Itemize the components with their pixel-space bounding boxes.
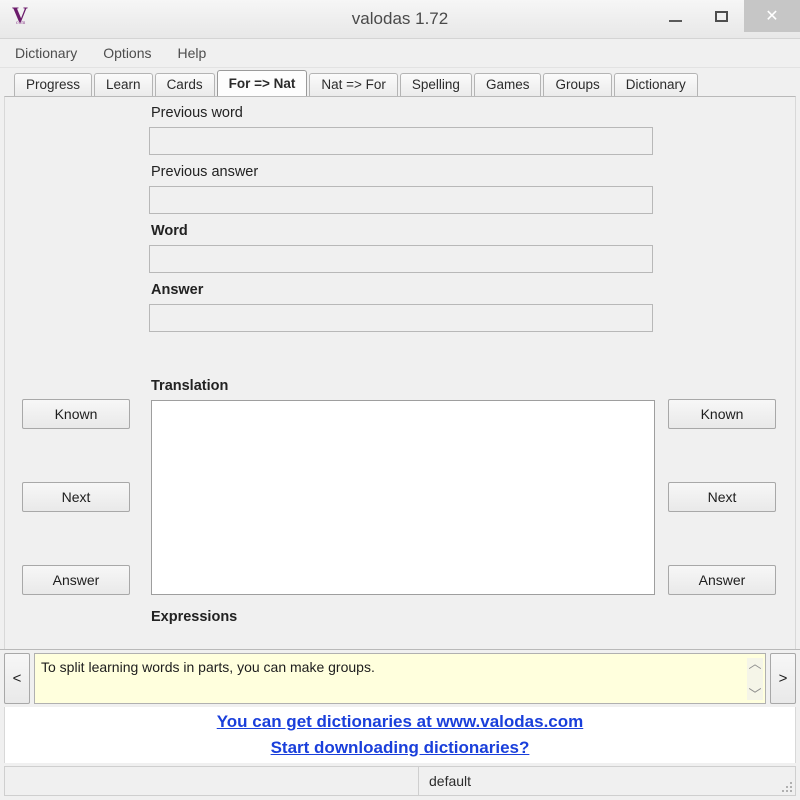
- answer-button-left[interactable]: Answer: [22, 565, 130, 595]
- close-icon: ✕: [765, 8, 779, 25]
- tip-scrollbar[interactable]: ︿ ﹀: [747, 657, 763, 701]
- previous-answer-input[interactable]: [149, 186, 653, 214]
- tab-panel-for-to-nat: Previous word Previous answer Word Answe…: [4, 96, 796, 649]
- resize-grip-icon[interactable]: [781, 781, 792, 792]
- answer-button-right[interactable]: Answer: [668, 565, 776, 595]
- known-button-left[interactable]: Known: [22, 399, 130, 429]
- menu-item-options[interactable]: Options: [102, 43, 152, 63]
- close-button[interactable]: ✕: [744, 0, 800, 32]
- promo-links: You can get dictionaries at www.valodas.…: [4, 707, 796, 763]
- tab-dictionary[interactable]: Dictionary: [613, 73, 698, 96]
- expressions-label: Expressions: [151, 609, 238, 625]
- minimize-icon: [668, 19, 682, 22]
- tip-bar: < To split learning words in parts, you …: [0, 649, 800, 707]
- status-panel-right: default: [429, 773, 472, 789]
- tab-strip: Progress Learn Cards For => Nat Nat => F…: [14, 68, 800, 96]
- word-input[interactable]: [149, 245, 653, 273]
- app-logo-icon: V com: [4, 2, 38, 36]
- menu-item-dictionary[interactable]: Dictionary: [14, 43, 78, 63]
- tip-text-box[interactable]: To split learning words in parts, you ca…: [34, 653, 766, 704]
- translation-label: Translation: [151, 378, 229, 394]
- maximize-button[interactable]: [698, 0, 744, 32]
- scroll-down-icon[interactable]: ﹀: [748, 688, 761, 701]
- status-bar: default: [4, 766, 796, 796]
- tab-spelling[interactable]: Spelling: [399, 73, 472, 96]
- translation-textarea[interactable]: [151, 400, 655, 595]
- tab-for-to-nat[interactable]: For => Nat: [216, 70, 308, 96]
- logo-subtext: com: [16, 21, 26, 26]
- previous-answer-label: Previous answer: [151, 164, 259, 180]
- tab-groups[interactable]: Groups: [543, 73, 612, 96]
- link-start-downloading[interactable]: Start downloading dictionaries?: [271, 735, 530, 761]
- known-button-right[interactable]: Known: [668, 399, 776, 429]
- previous-word-label: Previous word: [151, 105, 243, 121]
- link-get-dictionaries[interactable]: You can get dictionaries at www.valodas.…: [217, 709, 584, 735]
- tip-previous-button[interactable]: <: [4, 653, 30, 704]
- next-button-left[interactable]: Next: [22, 482, 130, 512]
- tab-learn[interactable]: Learn: [94, 73, 153, 96]
- maximize-icon: [714, 10, 728, 22]
- scroll-up-icon[interactable]: ︿: [748, 657, 761, 670]
- tab-progress[interactable]: Progress: [14, 73, 93, 96]
- answer-input[interactable]: [149, 304, 653, 332]
- tab-strip-container: Progress Learn Cards For => Nat Nat => F…: [0, 68, 800, 96]
- next-button-right[interactable]: Next: [668, 482, 776, 512]
- window-controls: ✕: [652, 0, 800, 32]
- word-label: Word: [151, 223, 188, 239]
- word-form: Previous word Previous answer Word Answe…: [149, 105, 657, 341]
- tab-nat-to-for[interactable]: Nat => For: [309, 73, 398, 96]
- tab-games[interactable]: Games: [473, 73, 542, 96]
- minimize-button[interactable]: [652, 0, 698, 32]
- title-bar: V com valodas 1.72 ✕: [0, 0, 800, 39]
- menu-bar: Dictionary Options Help: [0, 39, 800, 68]
- tab-cards[interactable]: Cards: [154, 73, 215, 96]
- application-window: V com valodas 1.72 ✕ Dictionary Options …: [0, 0, 800, 800]
- tip-next-button[interactable]: >: [770, 653, 796, 704]
- menu-item-help[interactable]: Help: [177, 43, 208, 63]
- status-panel-left: [5, 767, 419, 795]
- previous-word-input[interactable]: [149, 127, 653, 155]
- answer-label: Answer: [151, 282, 204, 298]
- tip-text: To split learning words in parts, you ca…: [41, 659, 375, 675]
